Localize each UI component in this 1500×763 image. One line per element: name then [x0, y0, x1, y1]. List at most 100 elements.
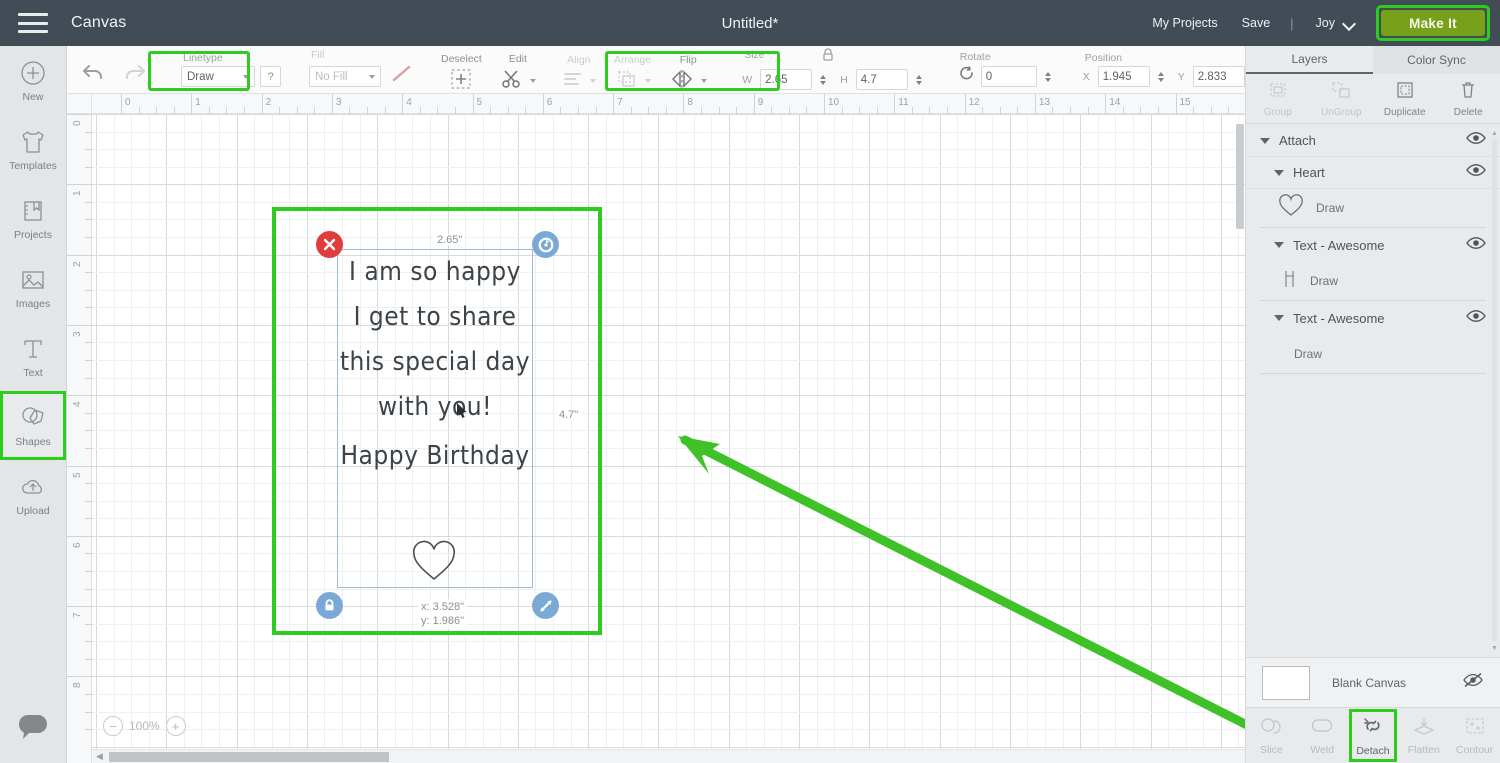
- rotate-input[interactable]: 0: [980, 66, 1037, 87]
- layer-row-text-awesome-1[interactable]: Text - Awesome: [1246, 228, 1500, 262]
- lock-icon[interactable]: [821, 47, 835, 67]
- group-button[interactable]: Group: [1246, 80, 1310, 118]
- rotate-icon[interactable]: [958, 65, 976, 88]
- align-button[interactable]: Align: [553, 46, 605, 93]
- rotate-handle-icon[interactable]: [532, 231, 559, 258]
- scroll-up-arrow-icon[interactable]: ▲: [1490, 128, 1499, 138]
- ungroup-button[interactable]: UnGroup: [1310, 80, 1374, 118]
- flip-button[interactable]: Flip: [660, 46, 716, 93]
- ruler-minor-line: [85, 641, 92, 643]
- tab-layers[interactable]: Layers: [1246, 46, 1373, 74]
- width-input[interactable]: 2.65: [760, 69, 813, 90]
- layer-title: Text - Awesome: [1293, 237, 1385, 253]
- zoom-out-button[interactable]: −: [103, 716, 123, 736]
- sidebar-item-new[interactable]: New: [0, 46, 66, 115]
- blank-canvas-row[interactable]: Blank Canvas: [1246, 657, 1500, 707]
- resize-handle-icon[interactable]: [532, 592, 559, 619]
- pos-x-stepper[interactable]: [1157, 71, 1164, 82]
- my-projects-link[interactable]: My Projects: [1140, 16, 1229, 30]
- scroll-down-arrow-icon[interactable]: ▼: [1490, 643, 1499, 653]
- delete-x-icon[interactable]: [316, 231, 343, 258]
- eye-off-icon[interactable]: [1462, 672, 1484, 693]
- sidebar-item-projects[interactable]: Projects: [0, 184, 66, 253]
- eye-icon[interactable]: [1466, 236, 1486, 255]
- chat-bubble-icon[interactable]: [15, 712, 51, 749]
- contour-button[interactable]: Contour: [1449, 708, 1500, 763]
- sidebar-item-images[interactable]: Images: [0, 253, 66, 322]
- horizontal-scroll-thumb[interactable]: [108, 751, 389, 762]
- linetype-help-button[interactable]: ?: [260, 66, 281, 87]
- chevron-down-icon[interactable]: [1274, 242, 1284, 248]
- heart-outline-icon[interactable]: [410, 540, 458, 587]
- canvas-horizontal-scrollbar[interactable]: ◀: [92, 749, 1245, 763]
- fill-select[interactable]: No Fill: [309, 66, 381, 87]
- layer-row-text-awesome-2[interactable]: Text - Awesome: [1246, 301, 1500, 335]
- layer-child-text2-draw[interactable]: Draw: [1246, 335, 1500, 373]
- deselect-button[interactable]: Deselect: [432, 46, 491, 93]
- slice-button[interactable]: Slice: [1246, 708, 1297, 763]
- ruler-tick-h: 6: [546, 97, 553, 108]
- canvas-color-swatch[interactable]: [1262, 665, 1310, 700]
- ruler-major-line: [964, 94, 966, 114]
- ruler-minor-line: [367, 107, 369, 114]
- height-stepper[interactable]: [915, 74, 922, 85]
- sidebar-item-shapes[interactable]: Shapes: [0, 391, 66, 460]
- layers-list[interactable]: Attach Heart Draw Text - Awesome Draw Te…: [1246, 125, 1500, 657]
- pos-x-input[interactable]: 1.945: [1097, 66, 1150, 87]
- ruler-minor-line: [314, 107, 316, 114]
- grid-line-h-minor: [92, 693, 1245, 695]
- sidebar-item-templates[interactable]: Templates: [0, 115, 66, 184]
- sidebar-item-text[interactable]: Text: [0, 322, 66, 391]
- undo-arrow-icon[interactable]: [81, 62, 107, 87]
- ruler-tick-h: 9: [757, 97, 764, 108]
- height-input[interactable]: 4.7: [855, 69, 908, 90]
- linetype-select[interactable]: Draw: [181, 66, 255, 87]
- chevron-down-icon[interactable]: [1274, 315, 1284, 321]
- chevron-down-icon[interactable]: [1274, 169, 1284, 176]
- hamburger-icon[interactable]: [18, 13, 48, 33]
- zoom-in-button[interactable]: +: [165, 716, 186, 736]
- duplicate-button[interactable]: Duplicate: [1373, 80, 1437, 118]
- edit-button[interactable]: Edit: [491, 46, 545, 93]
- arrange-button[interactable]: Arrange: [605, 46, 660, 93]
- layers-scrollbar[interactable]: ▲ ▼: [1490, 128, 1499, 653]
- detach-button[interactable]: Detach: [1348, 708, 1399, 763]
- save-button[interactable]: Save: [1230, 16, 1283, 30]
- eye-icon[interactable]: [1466, 163, 1486, 182]
- width-stepper[interactable]: [820, 74, 827, 85]
- grid-line-v-minor: [1097, 114, 1099, 763]
- weld-button[interactable]: Weld: [1297, 708, 1348, 763]
- sidebar-item-upload[interactable]: Upload: [0, 460, 66, 529]
- plus-circle-icon: [17, 58, 49, 88]
- pos-y-input[interactable]: 2.833: [1192, 66, 1245, 87]
- ruler-minor-line: [85, 272, 92, 274]
- canvas-grid[interactable]: I am so happy I get to share this specia…: [92, 114, 1245, 763]
- position-readout-y: y: 1.986": [421, 615, 465, 627]
- layer-row-heart[interactable]: Heart: [1246, 157, 1500, 189]
- flatten-button[interactable]: Flatten: [1398, 708, 1449, 763]
- layers-scroll-track[interactable]: [1492, 140, 1497, 641]
- lock-handle-icon[interactable]: [316, 592, 343, 619]
- vertical-scroll-thumb[interactable]: [1236, 124, 1244, 229]
- canvas-vertical-scrollbar[interactable]: [1236, 116, 1245, 747]
- layer-child-heart-draw[interactable]: Draw: [1246, 189, 1500, 227]
- grid-line-h-minor: [92, 272, 1245, 274]
- make-it-button[interactable]: Make It: [1381, 10, 1485, 36]
- design-text-block[interactable]: I am so happy I get to share this specia…: [335, 257, 535, 471]
- delete-button[interactable]: Delete: [1437, 80, 1500, 118]
- rotate-stepper[interactable]: [1044, 71, 1051, 82]
- layer-row-attach[interactable]: Attach: [1246, 125, 1500, 157]
- scroll-left-arrow-icon[interactable]: ◀: [92, 751, 107, 762]
- machine-selector[interactable]: Joy: [1302, 16, 1360, 30]
- design-canvas[interactable]: 012345678910111213141516 012345678 I am …: [67, 94, 1245, 763]
- layer-child-text1-draw[interactable]: Draw: [1246, 262, 1500, 300]
- position-group: Position X 1.945 Y 2.833: [1069, 46, 1269, 93]
- chevron-down-icon[interactable]: [1260, 137, 1270, 144]
- eye-icon[interactable]: [1466, 309, 1486, 328]
- ruler-minor-line: [525, 107, 527, 114]
- pen-stroke-icon[interactable]: [390, 63, 414, 90]
- eye-icon[interactable]: [1466, 131, 1486, 150]
- ruler-major-line: [67, 606, 92, 608]
- redo-arrow-icon[interactable]: [121, 62, 147, 87]
- tab-color-sync[interactable]: Color Sync: [1373, 46, 1500, 74]
